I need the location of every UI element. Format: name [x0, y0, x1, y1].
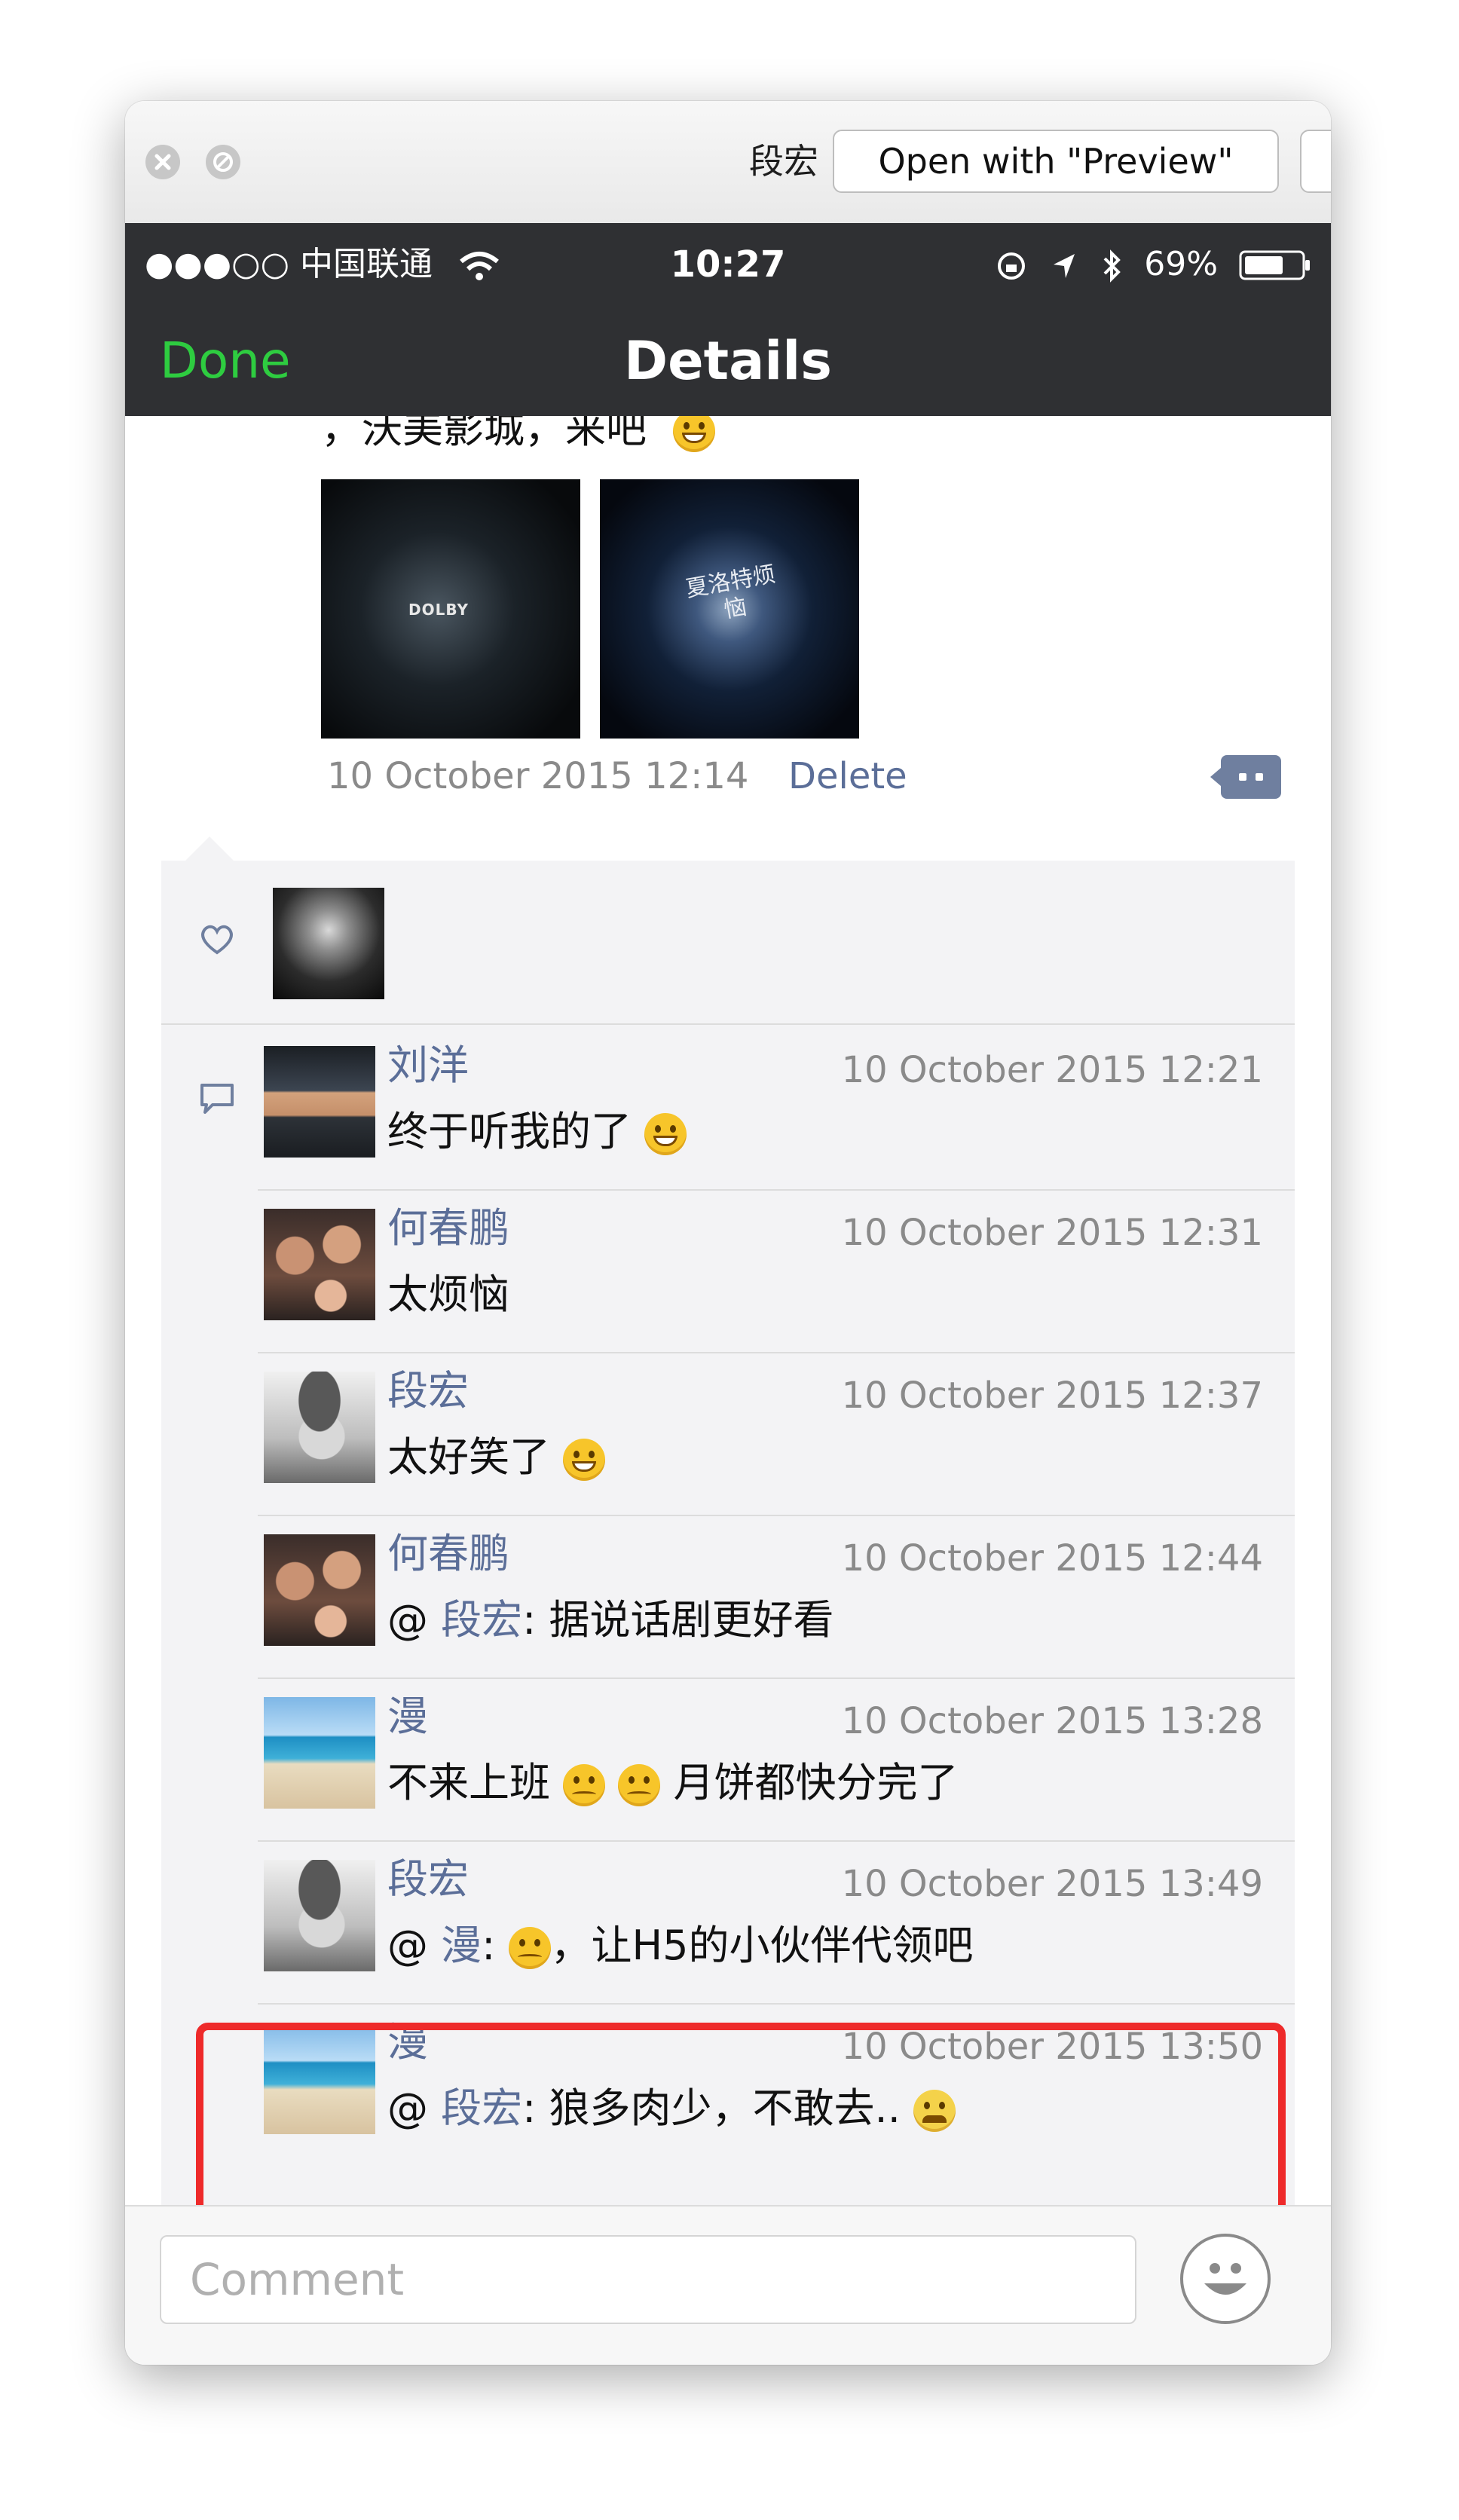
comment-time: 10 October 2015 12:37 — [841, 1375, 1263, 1417]
title-bar: 段宏 Open with "Preview" — [125, 101, 1331, 224]
liker-avatar[interactable] — [273, 888, 384, 999]
share-button[interactable] — [1300, 130, 1331, 193]
dolby-logo: DOLBY — [408, 601, 469, 619]
likes-comments-panel: 刘洋 10 October 2015 12:21 终于听我的了 何春鹏 10 O… — [161, 861, 1295, 2205]
comment-item[interactable]: 何春鹏 10 October 2015 12:31 太烦恼 — [258, 1191, 1295, 1353]
open-with-preview-button[interactable]: Open with "Preview" — [833, 130, 1279, 193]
panel-arrow — [185, 836, 234, 861]
avatar[interactable] — [264, 1209, 375, 1320]
comment-text: 不来上班 月饼都快分完了 — [387, 1751, 959, 1815]
shy-emoji-icon — [618, 1764, 661, 1807]
grin-emoji-icon — [673, 416, 716, 453]
comment-input[interactable]: Comment — [160, 2235, 1136, 2324]
comment-text-content: 太好笑了 — [387, 1433, 550, 1481]
at-sign: @ — [387, 1596, 428, 1644]
comment-item[interactable]: 刘洋 10 October 2015 12:21 终于听我的了 — [258, 1028, 1295, 1191]
delete-link[interactable]: Delete — [788, 746, 907, 806]
commenter-name[interactable]: 何春鹏 — [387, 1524, 509, 1584]
comment-time: 10 October 2015 12:31 — [841, 1212, 1263, 1254]
location-icon — [1054, 254, 1075, 278]
commenter-name[interactable]: 刘洋 — [387, 1035, 469, 1096]
highlight-box — [196, 2023, 1286, 2205]
comment-text: @ 段宏: 据说话剧更好看 — [387, 1589, 834, 1652]
comment-time: 10 October 2015 13:49 — [841, 1863, 1263, 1905]
grin-emoji-icon — [563, 1439, 606, 1482]
avatar[interactable] — [264, 1372, 375, 1483]
emoji-button[interactable] — [1180, 2234, 1271, 2324]
commenter-name[interactable]: 何春鹏 — [387, 1198, 509, 1258]
comment-text-content: ，让H5的小伙伴代领吧 — [550, 1922, 974, 1969]
commenter-name[interactable]: 段宏 — [387, 1361, 469, 1421]
dot-icon — [1256, 773, 1263, 781]
avatar[interactable] — [264, 1860, 375, 1971]
shy-emoji-icon — [563, 1764, 606, 1807]
comment-bubble-icon — [200, 1084, 234, 1114]
bluetooth-icon — [1103, 249, 1121, 283]
movie-title-logo: 夏洛特烦恼 — [684, 561, 778, 624]
post-text: ，沃美影城，来吧 — [321, 416, 716, 454]
rotation-lock-icon — [998, 252, 1026, 280]
dot-icon — [1239, 773, 1246, 781]
avatar[interactable] — [264, 1697, 375, 1809]
status-right-group: 69% — [995, 231, 1218, 298]
heart-icon — [201, 925, 233, 955]
avatar[interactable] — [264, 1534, 375, 1646]
comment-time: 10 October 2015 12:44 — [841, 1537, 1263, 1580]
close-window-button[interactable] — [145, 145, 180, 179]
comment-menu-button[interactable] — [1210, 755, 1281, 799]
post-text-content: ，沃美影城，来吧 — [321, 416, 647, 452]
comment-time: 10 October 2015 13:28 — [841, 1700, 1263, 1742]
comment-item[interactable]: 段宏 10 October 2015 13:49 @ 漫: ，让H5的小伙伴代领… — [258, 1842, 1295, 2005]
comment-text: 太烦恼 — [387, 1263, 509, 1326]
preview-window: 段宏 Open with "Preview" ●●●○○ 中国联通 10:27 … — [125, 101, 1331, 2365]
comment-text: 终于听我的了 — [387, 1100, 687, 1164]
at-sign: @ — [387, 1922, 428, 1969]
comment-text-content: 太烦恼 — [387, 1271, 509, 1318]
smile-emoji-icon — [508, 1927, 551, 1970]
commenter-name[interactable]: 段宏 — [387, 1849, 469, 1910]
comment-text: 太好笑了 — [387, 1426, 606, 1489]
no-entry-icon — [213, 152, 233, 172]
comment-text-content: 终于听我的了 — [387, 1108, 632, 1155]
post-photo-dolby[interactable]: DOLBY — [321, 479, 580, 739]
mention-link[interactable]: 段宏 — [441, 1596, 522, 1644]
share-icon — [1301, 131, 1331, 194]
avatar[interactable] — [264, 1046, 375, 1158]
post-photo-movie[interactable]: 夏洛特烦恼 — [600, 479, 859, 739]
comment-item[interactable]: 段宏 10 October 2015 12:37 太好笑了 — [258, 1353, 1295, 1516]
window-title: 段宏 — [749, 141, 818, 182]
comment-text-content: : 据说话剧更好看 — [522, 1596, 834, 1644]
comment-text-content: 月饼都快分完了 — [673, 1759, 959, 1806]
comment-item[interactable]: 漫 10 October 2015 13:28 不来上班 月饼都快分完了 — [258, 1679, 1295, 1842]
status-bar: ●●●○○ 中国联通 10:27 69% — [125, 223, 1331, 306]
smiley-icon — [1204, 2263, 1246, 2295]
moment-detail[interactable]: ，沃美影城，来吧 DOLBY 夏洛特烦恼 10 October 2015 12:… — [125, 416, 1331, 2205]
close-icon — [154, 154, 171, 170]
page-title: Details — [624, 330, 832, 392]
commenter-name[interactable]: 漫 — [387, 1687, 428, 1747]
battery-icon — [1239, 250, 1310, 280]
grin-emoji-icon — [644, 1113, 687, 1156]
comment-item[interactable]: 何春鹏 10 October 2015 12:44 @ 段宏: 据说话剧更好看 — [258, 1516, 1295, 1679]
comment-time: 10 October 2015 12:21 — [841, 1049, 1263, 1091]
comment-text: @ 漫: ，让H5的小伙伴代领吧 — [387, 1914, 974, 1977]
mention-link[interactable]: 漫 — [441, 1922, 482, 1969]
battery-percent: 69% — [1144, 245, 1218, 283]
comment-text-lead: 不来上班 — [387, 1759, 550, 1806]
comment-bar: Comment — [125, 2205, 1331, 2365]
comment-text-lead: : — [482, 1922, 496, 1969]
fullscreen-button[interactable] — [206, 145, 240, 179]
likes-row — [161, 861, 1295, 1025]
post-timestamp: 10 October 2015 12:14 — [327, 755, 749, 797]
nav-bar: Done Details — [125, 306, 1331, 416]
